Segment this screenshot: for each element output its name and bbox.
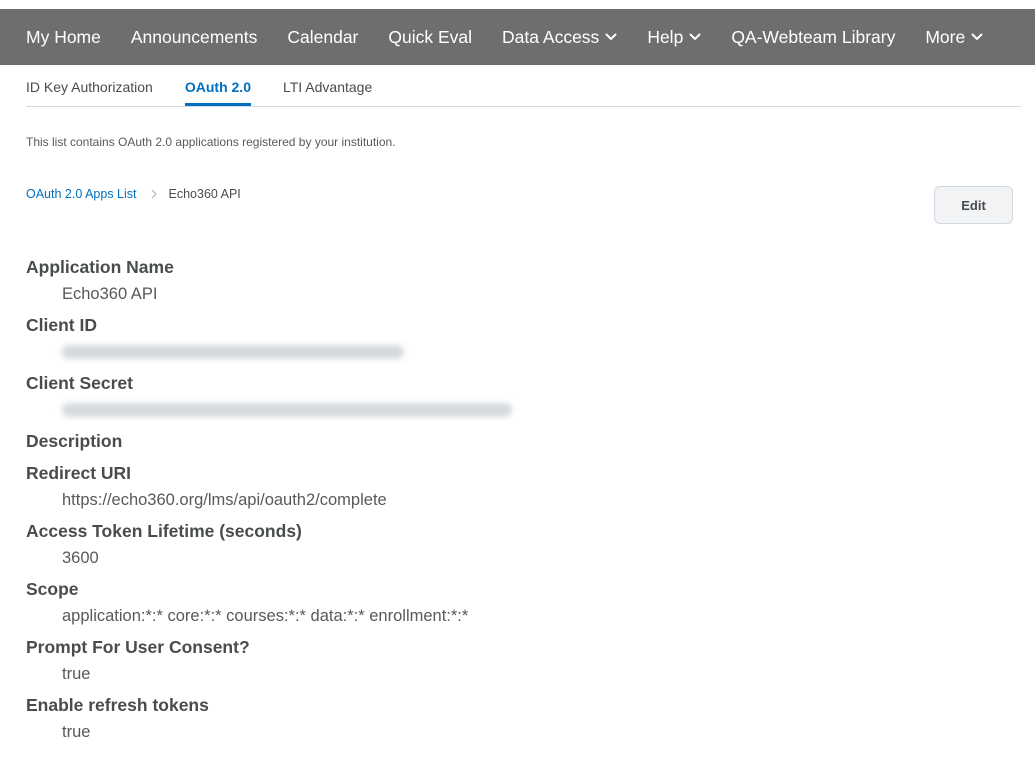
nav-label: QA-Webteam Library bbox=[731, 26, 896, 47]
nav-qa-webteam-library[interactable]: QA-Webteam Library bbox=[731, 27, 895, 48]
tab-lti-advantage[interactable]: LTI Advantage bbox=[283, 66, 372, 106]
nav-calendar[interactable]: Calendar bbox=[287, 27, 358, 48]
field-label-redirect-uri: Redirect URI bbox=[26, 463, 132, 483]
field-label-token-lifetime: Access Token Lifetime (seconds) bbox=[26, 521, 302, 541]
chevron-down-icon bbox=[689, 33, 701, 41]
nav-label: Help bbox=[647, 26, 684, 47]
redacted-client-secret bbox=[62, 403, 512, 417]
breadcrumb-current: Echo360 API bbox=[168, 187, 241, 201]
chevron-right-icon bbox=[151, 189, 157, 199]
chevron-down-icon bbox=[971, 33, 983, 41]
main-navbar: My Home Announcements Calendar Quick Eva… bbox=[0, 9, 1035, 65]
nav-label: More bbox=[925, 26, 966, 47]
nav-data-access[interactable]: Data Access bbox=[502, 27, 617, 48]
field-label-client-id: Client ID bbox=[26, 315, 97, 335]
intro-text: This list contains OAuth 2.0 application… bbox=[26, 135, 396, 149]
app-details: Application Name Echo360 API Client ID C… bbox=[26, 256, 926, 752]
field-value-redirect-uri: https://echo360.org/lms/api/oauth2/compl… bbox=[62, 491, 387, 509]
nav-label: Data Access bbox=[502, 26, 600, 47]
field-value-application-name: Echo360 API bbox=[62, 285, 158, 303]
nav-more[interactable]: More bbox=[925, 27, 983, 48]
field-label-client-secret: Client Secret bbox=[26, 373, 133, 393]
auth-tabs: ID Key Authorization OAuth 2.0 LTI Advan… bbox=[26, 66, 1021, 107]
field-label-scope: Scope bbox=[26, 579, 79, 599]
edit-button[interactable]: Edit bbox=[934, 186, 1013, 224]
tab-id-key-authorization[interactable]: ID Key Authorization bbox=[26, 66, 153, 106]
nav-label: Announcements bbox=[130, 26, 258, 47]
field-value-scope: application:*:* core:*:* courses:*:* dat… bbox=[62, 607, 469, 625]
tab-oauth-2[interactable]: OAuth 2.0 bbox=[184, 66, 251, 106]
field-value-client-secret bbox=[26, 401, 926, 430]
top-strip bbox=[0, 0, 1035, 9]
field-label-prompt-consent: Prompt For User Consent? bbox=[26, 637, 250, 657]
nav-label: My Home bbox=[26, 26, 101, 47]
nav-label: Quick Eval bbox=[388, 26, 473, 47]
field-label-application-name: Application Name bbox=[26, 257, 174, 277]
nav-my-home[interactable]: My Home bbox=[26, 27, 101, 48]
field-value-client-id bbox=[26, 343, 926, 372]
breadcrumb-apps-list-link[interactable]: OAuth 2.0 Apps List bbox=[26, 187, 137, 201]
field-label-refresh-tokens: Enable refresh tokens bbox=[26, 695, 209, 715]
field-label-description: Description bbox=[26, 431, 123, 451]
nav-help[interactable]: Help bbox=[647, 27, 701, 48]
nav-announcements[interactable]: Announcements bbox=[131, 27, 257, 48]
breadcrumb: OAuth 2.0 Apps List Echo360 API bbox=[26, 187, 241, 201]
redacted-client-id bbox=[62, 345, 404, 359]
field-value-token-lifetime: 3600 bbox=[62, 549, 99, 567]
field-value-refresh-tokens: true bbox=[62, 723, 91, 741]
nav-quick-eval[interactable]: Quick Eval bbox=[388, 27, 472, 48]
field-value-prompt-consent: true bbox=[62, 665, 91, 683]
nav-label: Calendar bbox=[287, 26, 359, 47]
chevron-down-icon bbox=[605, 33, 617, 41]
